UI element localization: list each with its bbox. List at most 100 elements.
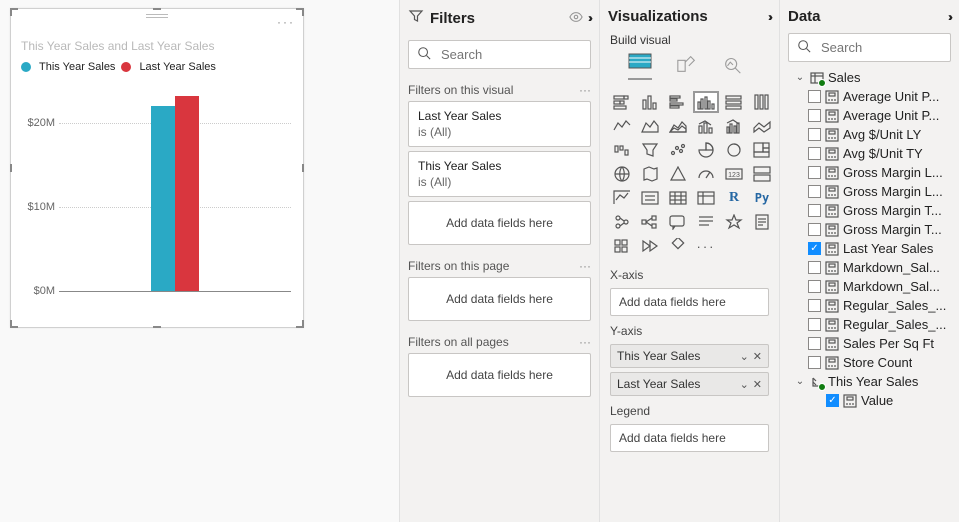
xaxis-well[interactable]: Add data fields here [610,288,769,316]
clustered-column-chart-icon[interactable] [694,92,718,112]
filter-card[interactable]: Last Year Sales is (All) [408,101,591,147]
field-checkbox[interactable] [808,147,821,160]
resize-handle[interactable] [10,8,18,16]
field-node[interactable]: Average Unit P... [792,106,949,125]
filter-card[interactable]: This Year Sales is (All) [408,151,591,197]
metrics-icon[interactable] [722,212,746,232]
field-checkbox[interactable] [808,204,821,217]
chart-bar[interactable] [151,106,175,291]
field-checkbox[interactable] [808,299,821,312]
eye-icon[interactable] [569,10,583,27]
format-visual-tab[interactable] [676,54,698,77]
card-icon[interactable]: 123 [722,164,746,184]
field-pill[interactable]: Last Year Sales ⌄✕ [610,372,769,396]
field-pill[interactable]: This Year Sales ⌄✕ [610,344,769,368]
resize-handle[interactable] [153,320,161,328]
field-checkbox[interactable]: ✓ [808,242,821,255]
more-icon[interactable]: ··· [509,259,591,273]
remove-field-icon[interactable]: ✕ [753,378,762,391]
slicer-icon[interactable] [638,188,662,208]
gauge-icon[interactable] [694,164,718,184]
azure-map-icon[interactable] [666,164,690,184]
field-checkbox[interactable] [808,128,821,141]
field-checkbox[interactable] [808,90,821,103]
ribbon-chart-icon[interactable] [750,116,774,136]
data-search-input[interactable] [819,39,959,56]
table-node[interactable]: ⌄Sales [792,68,949,87]
more-options-icon[interactable]: ··· [277,15,295,29]
line-chart-icon[interactable] [610,116,634,136]
field-checkbox[interactable] [808,356,821,369]
chevron-down-icon[interactable]: ⌄ [740,378,749,391]
line-stacked-column-icon[interactable] [694,116,718,136]
field-node[interactable]: Regular_Sales_... [792,315,949,334]
clustered-bar-chart-icon[interactable] [666,92,690,112]
field-checkbox[interactable]: ✓ [826,394,839,407]
r-visual-icon[interactable]: R [722,188,746,208]
more-icon[interactable]: ··· [513,83,591,97]
pie-chart-icon[interactable] [694,140,718,160]
stacked-column-100-icon[interactable] [750,92,774,112]
filters-search[interactable] [408,40,591,69]
resize-handle[interactable] [296,8,304,16]
matrix-icon[interactable] [694,188,718,208]
legend-well[interactable]: Add data fields here [610,424,769,452]
filter-dropzone[interactable]: Add data fields here [408,201,591,245]
chevron-down-icon[interactable]: ⌄ [740,350,749,363]
field-node[interactable]: Average Unit P... [792,87,949,106]
donut-chart-icon[interactable] [722,140,746,160]
power-automate-icon[interactable] [638,236,662,256]
field-node[interactable]: Markdown_Sal... [792,277,949,296]
field-node[interactable]: Gross Margin L... [792,182,949,201]
field-checkbox[interactable] [808,109,821,122]
qa-visual-icon[interactable] [666,212,690,232]
build-visual-tab[interactable] [628,51,652,80]
field-checkbox[interactable] [808,166,821,179]
caret-down-icon[interactable]: ⌄ [794,72,806,83]
filter-dropzone[interactable]: Add data fields here [408,277,591,321]
apps-diamond-icon[interactable] [666,236,690,256]
resize-handle[interactable] [10,320,18,328]
field-checkbox[interactable] [808,280,821,293]
field-checkbox[interactable] [808,337,821,350]
smart-narrative-icon[interactable] [694,212,718,232]
filters-search-input[interactable] [439,46,599,63]
filled-map-icon[interactable] [638,164,662,184]
field-node[interactable]: Store Count [792,353,949,372]
chart-bar[interactable] [175,96,199,291]
key-influencers-icon[interactable] [610,212,634,232]
resize-handle[interactable] [296,320,304,328]
remove-field-icon[interactable]: ✕ [753,350,762,363]
stacked-column-chart-icon[interactable] [638,92,662,112]
data-search[interactable] [788,33,951,62]
filter-dropzone[interactable]: Add data fields here [408,353,591,397]
line-clustered-column-icon[interactable] [722,116,746,136]
field-checkbox[interactable] [808,223,821,236]
drag-grip-icon[interactable] [146,14,168,18]
field-node[interactable]: Avg $/Unit TY [792,144,949,163]
field-node[interactable]: Gross Margin T... [792,201,949,220]
caret-down-icon[interactable]: ⌄ [794,376,806,387]
table-icon[interactable] [666,188,690,208]
field-checkbox[interactable] [808,185,821,198]
more-icon[interactable]: ··· [509,335,591,349]
map-icon[interactable] [610,164,634,184]
waterfall-chart-icon[interactable] [610,140,634,160]
field-node[interactable]: ✓Value [792,391,949,410]
funnel-chart-icon[interactable] [638,140,662,160]
visual-frame[interactable]: ··· This Year Sales and Last Year Sales … [10,8,304,328]
stacked-bar-100-icon[interactable] [722,92,746,112]
multi-row-card-icon[interactable] [750,164,774,184]
field-node[interactable]: ✓Last Year Sales [792,239,949,258]
field-node[interactable]: Regular_Sales_... [792,296,949,315]
table-node[interactable]: ⌄This Year Sales [792,372,949,391]
stacked-area-chart-icon[interactable] [666,116,690,136]
field-node[interactable]: Avg $/Unit LY [792,125,949,144]
field-node[interactable]: Sales Per Sq Ft [792,334,949,353]
stacked-bar-chart-icon[interactable] [610,92,634,112]
treemap-icon[interactable] [750,140,774,160]
scatter-chart-icon[interactable] [666,140,690,160]
field-checkbox[interactable] [808,261,821,274]
get-more-visuals-icon[interactable]: ··· [694,236,718,256]
paginated-report-icon[interactable] [750,212,774,232]
